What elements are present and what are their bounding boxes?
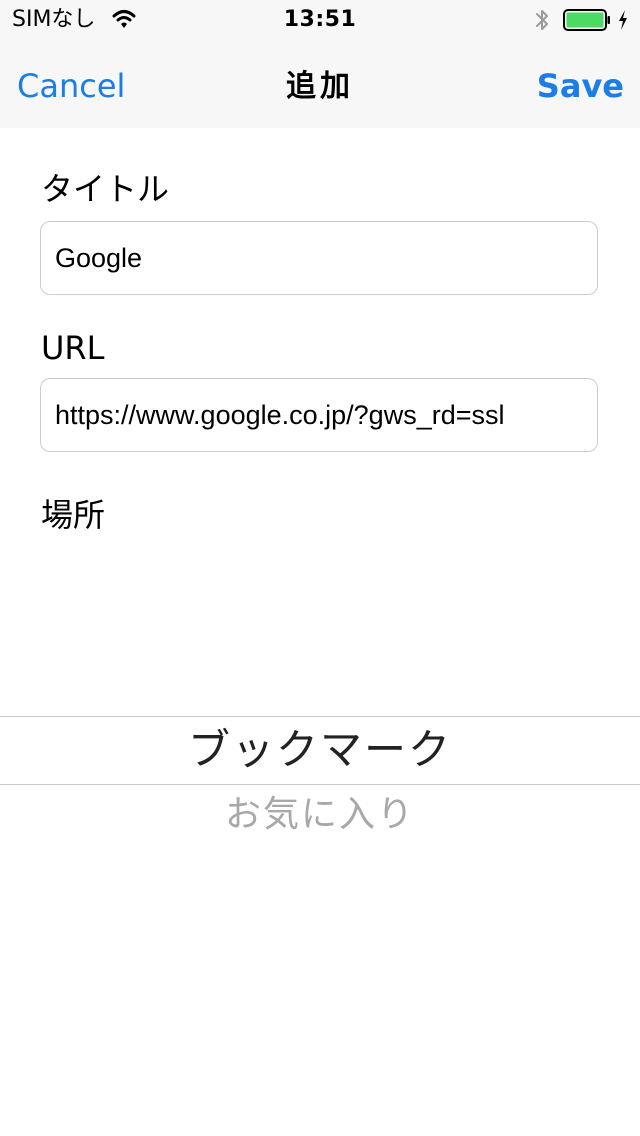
- url-label: URL: [41, 329, 105, 367]
- url-field[interactable]: https://www.google.co.jp/?gws_rd=ssl: [40, 378, 598, 452]
- bluetooth-icon: [536, 10, 548, 30]
- charging-bolt-icon: [619, 10, 627, 30]
- picker-selection-bottom-divider: [0, 784, 640, 785]
- title-label: タイトル: [41, 170, 170, 208]
- battery-icon: [563, 9, 610, 31]
- title-field[interactable]: Google: [40, 221, 598, 295]
- status-bar: SIMなし 13:51: [0, 0, 640, 40]
- add-bookmark-screen: SIMなし 13:51 Cancel 追加 Save タイトル Google U…: [0, 0, 640, 1136]
- location-label: 場所: [41, 496, 106, 534]
- save-button[interactable]: Save: [537, 66, 624, 106]
- navigation-bar: Cancel 追加 Save: [0, 40, 640, 128]
- picker-option-favorites[interactable]: お気に入り: [0, 792, 640, 838]
- location-picker[interactable]: ブックマーク お気に入り: [0, 560, 640, 900]
- picker-selection-top-divider: [0, 716, 640, 717]
- picker-option-bookmarks[interactable]: ブックマーク: [0, 724, 640, 776]
